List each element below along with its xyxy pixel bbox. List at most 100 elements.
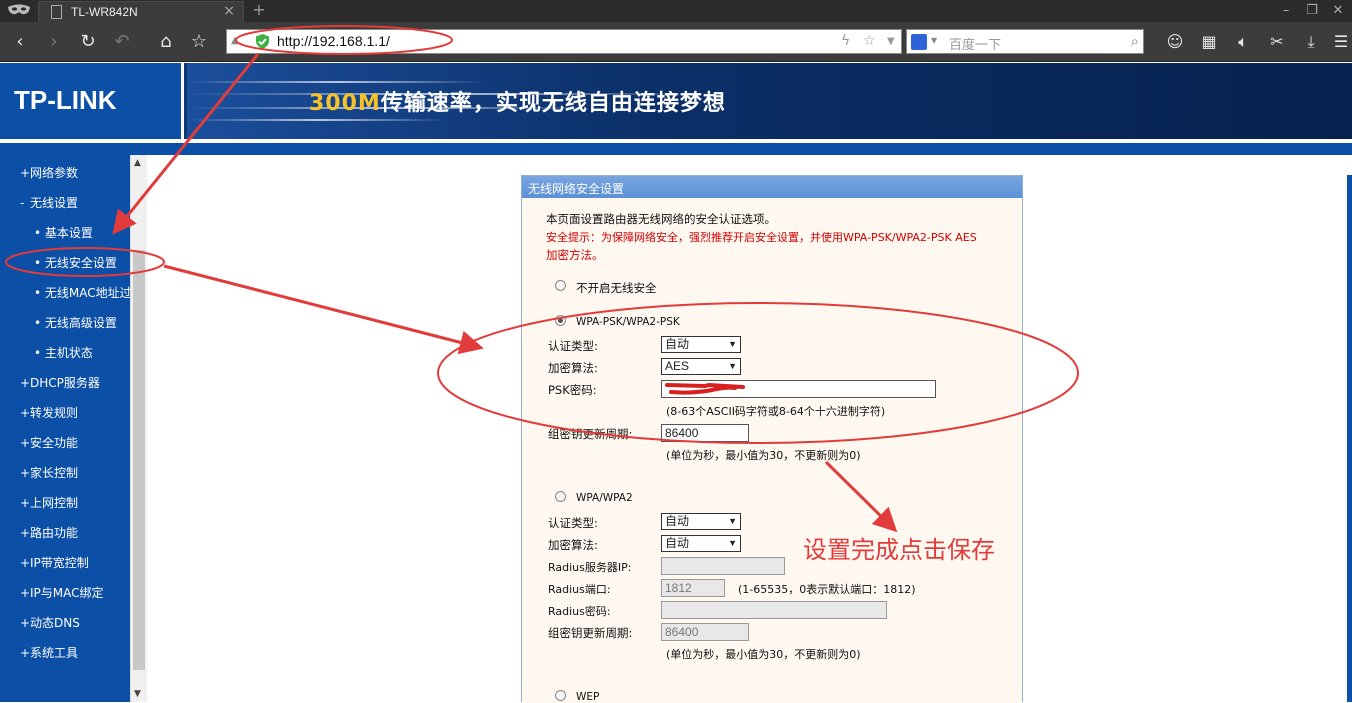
- encryption-select[interactable]: AES ▼: [661, 358, 741, 375]
- auth-type-value: 自动: [665, 337, 690, 351]
- sidebar-item-label: 系统工具: [30, 646, 79, 660]
- sidebar-item-system-tools[interactable]: +系统工具: [20, 644, 78, 661]
- sidebar-scrollbar[interactable]: ▲ ▼: [130, 155, 147, 702]
- sidebar-item-wireless-security[interactable]: • 无线安全设置: [34, 254, 117, 271]
- back-icon[interactable]: ‹: [8, 30, 32, 54]
- sidebar-item-network[interactable]: +网络参数: [20, 164, 78, 181]
- page-icon: [51, 5, 62, 19]
- warning-text: 安全提示：为保障网络安全，强烈推荐开启安全设置，并使用WPA-PSK/WPA2-…: [546, 231, 977, 244]
- scroll-up-icon[interactable]: ▲: [134, 158, 141, 168]
- expand-icon: +: [20, 376, 31, 390]
- sidebar-item-basic[interactable]: • 基本设置: [34, 224, 93, 241]
- search-input[interactable]: 百度一下: [949, 34, 1001, 53]
- sidebar-item-ddns[interactable]: +动态DNS: [20, 614, 80, 631]
- sidebar-item-label: 主机状态: [44, 346, 93, 360]
- banner-streak: [187, 81, 487, 83]
- lightning-icon[interactable]: ϟ: [841, 33, 850, 49]
- apps-grid-icon[interactable]: ▦: [1198, 31, 1220, 53]
- router-banner: TP-LINK 300M传输速率，实现无线自由连接梦想: [0, 63, 1352, 143]
- wpa-group-key-renew-input[interactable]: 86400: [661, 623, 749, 641]
- undo-close-icon[interactable]: ↶: [110, 30, 134, 54]
- sidebar-item-label: 无线高级设置: [44, 316, 117, 330]
- search-engine-dropdown-icon[interactable]: ▼: [931, 36, 937, 45]
- reload-icon[interactable]: ↻: [76, 30, 100, 54]
- expand-icon: +: [20, 496, 31, 510]
- radio-wep-label: WEP: [576, 691, 600, 703]
- mask-icon[interactable]: [4, 3, 34, 19]
- sidebar-item-advanced[interactable]: • 无线高级设置: [34, 314, 117, 331]
- slogan-text: 传输速率，实现无线自由连接梦想: [380, 91, 726, 116]
- chevron-down-icon: ▼: [728, 538, 737, 548]
- speaker-icon[interactable]: 🔈︎: [1232, 31, 1254, 53]
- browser-tab[interactable]: TL-WR842N ×: [38, 1, 244, 22]
- baidu-icon[interactable]: [911, 34, 927, 50]
- right-edge-bar: [1347, 175, 1352, 702]
- radius-port-input[interactable]: 1812: [661, 579, 725, 597]
- minimize-icon[interactable]: –: [1276, 2, 1296, 20]
- sidebar-item-security[interactable]: +安全功能: [20, 434, 78, 451]
- favorite-star-icon[interactable]: ☆: [863, 33, 876, 49]
- wpa-encryption-select[interactable]: 自动 ▼: [661, 535, 741, 552]
- radio-wpa[interactable]: [555, 491, 566, 502]
- sidebar-item-forwarding[interactable]: +转发规则: [20, 404, 78, 421]
- chat-icon[interactable]: ☺: [1164, 31, 1186, 53]
- banner-art: 300M传输速率，实现无线自由连接梦想: [187, 63, 1352, 139]
- scissors-icon[interactable]: ✂: [1266, 31, 1288, 53]
- scroll-down-icon[interactable]: ▼: [134, 689, 141, 699]
- banner-slogan: 300M传输速率，实现无线自由连接梦想: [309, 85, 726, 117]
- sidebar-item-label: 路由功能: [30, 526, 79, 540]
- psk-password-label: PSK密码:: [548, 383, 597, 397]
- search-icon[interactable]: ⌕: [1131, 32, 1139, 50]
- sidebar-item-label: 无线MAC地址过滤: [44, 286, 130, 300]
- auth-type-label: 认证类型:: [548, 339, 598, 353]
- search-bar[interactable]: ▼ 百度一下 ⌕: [906, 29, 1144, 54]
- radio-wpa-psk[interactable]: [555, 315, 566, 326]
- address-bar[interactable]: ▲ http://192.168.1.1/ ϟ ☆ ▼: [226, 29, 902, 54]
- shield-icon[interactable]: [254, 33, 271, 50]
- radius-password-input[interactable]: [661, 601, 887, 619]
- sidebar-item-wireless[interactable]: - 无线设置: [20, 194, 78, 211]
- encryption-value: AES: [665, 359, 690, 373]
- sidebar-item-mac-filter[interactable]: • 无线MAC地址过滤: [34, 284, 130, 301]
- sidebar-item-dhcp[interactable]: +DHCP服务器: [20, 374, 100, 391]
- window-close-icon[interactable]: ✕: [1328, 2, 1348, 20]
- radio-wep[interactable]: [555, 690, 566, 701]
- wpa-auth-type-select[interactable]: 自动 ▼: [661, 513, 741, 530]
- sidebar-item-parental[interactable]: +家长控制: [20, 464, 78, 481]
- close-icon[interactable]: ×: [223, 3, 235, 19]
- blue-bar: [0, 143, 1352, 155]
- scroll-thumb[interactable]: [133, 250, 145, 670]
- bullet-icon: •: [34, 226, 42, 240]
- psk-hint: (8-63个ASCII码字符或8-64个十六进制字符): [666, 405, 886, 418]
- group-key-renew-input[interactable]: 86400: [661, 424, 749, 442]
- forward-icon[interactable]: ›: [42, 30, 66, 54]
- psk-password-input[interactable]: [661, 380, 936, 398]
- sidebar-item-access-control[interactable]: +上网控制: [20, 494, 78, 511]
- menu-icon[interactable]: ☰: [1330, 31, 1352, 53]
- sidebar-item-host-status[interactable]: • 主机状态: [34, 344, 93, 361]
- site-info-icon[interactable]: ▲: [231, 35, 241, 49]
- home-icon[interactable]: ⌂: [154, 30, 178, 54]
- panel-title: 无线网络安全设置: [528, 182, 625, 196]
- sidebar-item-routing[interactable]: +路由功能: [20, 524, 78, 541]
- radius-ip-input[interactable]: [661, 557, 785, 575]
- tp-link-logo: TP-LINK: [14, 85, 117, 115]
- auth-type-select[interactable]: 自动 ▼: [661, 336, 741, 353]
- sidebar-item-ip-mac-binding[interactable]: +IP与MAC绑定: [20, 584, 104, 601]
- expand-icon: +: [20, 556, 31, 570]
- expand-icon: +: [20, 406, 31, 420]
- dropdown-icon[interactable]: ▼: [887, 36, 895, 47]
- restore-icon[interactable]: ❐: [1302, 2, 1322, 20]
- new-tab-button[interactable]: +: [250, 1, 268, 19]
- sidebar-item-label: 动态DNS: [30, 616, 80, 630]
- sidebar-item-bandwidth[interactable]: +IP带宽控制: [20, 554, 89, 571]
- bullet-icon: •: [34, 346, 42, 360]
- download-icon[interactable]: ⤓: [1300, 31, 1322, 53]
- bookmark-star-icon[interactable]: ☆: [187, 30, 211, 54]
- radius-password-label: Radius密码:: [548, 605, 611, 618]
- wpa-auth-type-value: 自动: [665, 514, 690, 528]
- expand-icon: +: [20, 586, 31, 600]
- annotation-note: 设置完成点击保存: [803, 536, 995, 564]
- radio-no-security[interactable]: [555, 280, 566, 291]
- sidebar-item-label: 转发规则: [30, 406, 79, 420]
